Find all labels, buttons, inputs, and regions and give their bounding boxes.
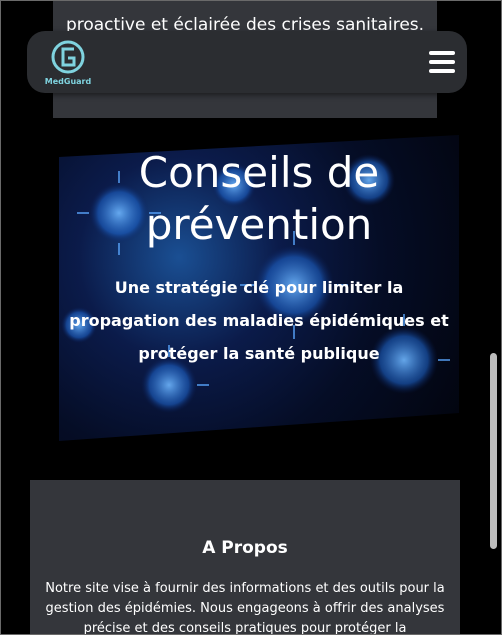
site-header: MedGuard: [27, 31, 467, 93]
page-scrollbar-thumb[interactable]: [490, 353, 497, 549]
hamburger-menu-icon[interactable]: [429, 51, 455, 73]
hero-title: Conseils de prévention: [138, 148, 380, 249]
about-title: A Propos: [202, 538, 288, 558]
about-description: Notre site vise à fournir des informatio…: [45, 581, 445, 635]
menu-bar: [429, 69, 455, 73]
medguard-logo-icon[interactable]: MedGuard: [43, 37, 93, 89]
menu-bar: [429, 60, 455, 64]
menu-bar: [429, 51, 455, 55]
hero-subtitle: Une stratégie clé pour limiter la propag…: [69, 278, 449, 363]
logo-text: MedGuard: [44, 77, 92, 86]
about-section: A Propos Notre site vise à fournir des i…: [30, 480, 460, 635]
browser-viewport: proactive et éclairée des crises sanitai…: [0, 0, 502, 635]
